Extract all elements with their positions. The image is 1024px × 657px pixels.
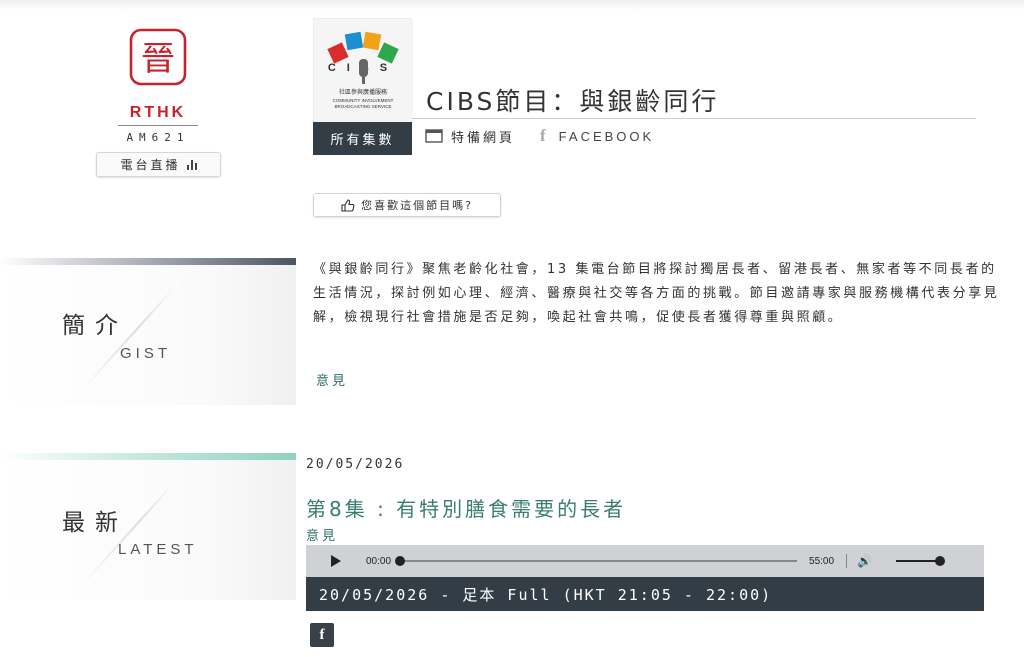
live-radio-label: 電台直播 [120,158,181,172]
rthk-logo[interactable]: 晉 [129,28,187,86]
gist-feedback-link[interactable]: 意見 [316,370,348,389]
tab-special-page[interactable]: 特備網頁 [425,127,516,146]
logo-char: 晉 [141,39,175,79]
volume-knob[interactable] [935,556,946,566]
facebook-share-icon[interactable]: f [310,623,334,647]
progress-slider[interactable] [395,556,798,566]
like-button[interactable]: 您喜歡這個節目嗎? [313,193,501,217]
gist-label-en: GIST [120,345,172,362]
gist-text: 《與銀齡同行》聚焦老齡化社會，13 集電台節目將探討獨居長者、留港長者、無家者等… [313,258,1003,330]
latest-label-en: LATEST [118,541,198,558]
facebook-icon: f [540,126,549,145]
brand-frequency: AM621 [126,131,190,144]
logo-caption-en-2: BROADCASTING SERVICE [335,104,392,109]
progress-knob[interactable] [395,556,406,566]
episode-date: 20/05/2026 [306,457,405,472]
gist-paragraph: 《與銀齡同行》聚焦老齡化社會，13 集電台節目將探討獨居長者、留港長者、無家者等… [313,262,1000,325]
play-icon[interactable] [331,555,341,567]
tab-special-page-label: 特備網頁 [451,130,516,146]
volume-icon[interactable]: 🔊 [857,554,872,568]
duration: 55:00 [809,555,835,567]
webpage-icon [425,129,443,143]
episode-feedback-link[interactable]: 意見 [306,525,338,544]
player-divider [846,554,848,568]
brand-name: RTHK [129,104,187,121]
current-time: 00:00 [366,555,392,567]
top-shadow [0,0,1024,10]
title-divider [412,118,976,119]
like-button-label: 您喜歡這個節目嗎? [361,199,473,212]
gist-label-zh: 簡介 [62,313,128,339]
episode-segment[interactable]: 20/05/2026 - 足本 Full (HKT 21:05 - 22:00) [306,577,984,611]
gist-section-bar [0,258,296,265]
latest-label-zh: 最新 [62,510,128,536]
episode-title[interactable]: 第8集 : 有特別膳食需要的長者 [306,493,626,522]
latest-section-panel [0,460,296,600]
live-radio-button[interactable]: 電台直播 [96,152,221,177]
tab-all-episodes[interactable]: 所有集數 [313,122,412,155]
audio-bars-icon [186,159,197,170]
brand-divider [118,125,198,126]
tab-facebook-label: FACEBOOK [558,128,655,144]
latest-section-bar [0,453,296,460]
programme-title: CIBS節目：與銀齡同行 [426,87,720,116]
gist-section-panel [0,265,296,405]
logo-caption-zh: 社區參與廣播服務 [339,88,387,96]
programme-logo[interactable]: CIBS 社區參與廣播服務 COMMUNITY INVOLVEMENT BROA… [313,18,413,123]
volume-slider[interactable] [896,556,946,566]
thumbs-up-icon [341,198,355,212]
audio-player: 00:00 55:00 🔊 [306,545,984,577]
tab-facebook[interactable]: f FACEBOOK [540,126,655,145]
logo-caption-en-1: COMMUNITY INVOLVEMENT [333,98,394,103]
